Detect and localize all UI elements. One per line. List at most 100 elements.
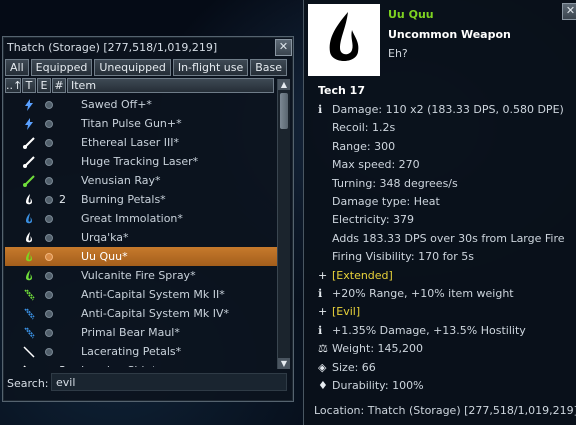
missile-icon [23,326,35,339]
flame-icon [23,269,35,281]
status-dot [45,101,53,109]
item-row[interactable]: Vulcanite Fire Spray* [5,266,277,285]
stat-line: Weight: 145,200 [332,342,424,355]
inventory-filter-tabs: All Equipped Unequipped In-flight use Ba… [5,59,288,76]
weapon-rarity: Uncommon Weapon [388,28,511,41]
flame-icon [23,250,35,262]
status-dot [45,253,53,261]
scroll-down-arrow[interactable]: ▼ [278,358,290,369]
info-icon: ℹ [318,287,323,300]
stat-line: Damage type: Heat [332,195,440,208]
laser-icon [23,174,35,187]
weapon-flame-icon [308,4,380,76]
item-list-scrollbar[interactable]: ▲ ▼ [277,79,290,369]
stat-line: Turning: 348 degrees/s [332,177,458,190]
item-row[interactable]: Anti-Capital System Mk II* [5,285,277,304]
scroll-thumb[interactable] [280,93,288,129]
inventory-title: Thatch (Storage) [277,518/1,019,219] [7,41,218,54]
search-label: Search: [7,377,49,390]
flame-icon [23,212,35,224]
item-name: Anti-Capital System Mk II* [81,288,225,301]
item-row[interactable]: Huge Tracking Laser* [5,152,277,171]
status-dot [45,139,53,147]
column-sort[interactable]: ..↑ [5,78,22,93]
flame-icon [23,231,35,243]
info-icon: ℹ [318,324,323,337]
stat-line: +20% Range, +10% item weight [332,287,514,300]
inventory-close-button[interactable]: ✕ [275,39,292,56]
durability-icon: ♦ [318,379,328,392]
item-name: Ethereal Laser III* [81,136,179,149]
info-icon: ℹ [318,103,323,116]
tech-level: Tech 17 [318,84,365,97]
item-name: Urqa'ka* [81,231,129,244]
tab-all[interactable]: All [5,59,29,76]
blade-icon [23,345,35,358]
item-name: Anti-Capital System Mk IV* [81,307,230,320]
tab-equipped[interactable]: Equipped [30,59,93,76]
plus-icon: + [318,305,328,318]
stat-line: Electricity: 379 [332,213,415,226]
column-e[interactable]: E [37,78,51,93]
flame-icon [23,193,35,205]
item-name: Sawed Off+* [81,98,152,111]
item-row[interactable]: Great Immolation* [5,209,277,228]
plus-icon: + [318,269,328,282]
laser-icon [23,136,35,149]
item-name: Primal Bear Maul* [81,326,180,339]
item-row[interactable]: Ethereal Laser III* [5,133,277,152]
laser-icon [23,155,35,168]
stat-line: Adds 183.33 DPS over 30s from Large Fire [332,232,565,245]
column-item[interactable]: Item [67,78,274,93]
item-row[interactable]: 2 Burning Petals* [5,190,277,209]
item-row[interactable]: Uu Quu* [5,247,277,266]
item-list: Sawed Off+* Titan Pulse Gun+* Ethereal Las… [5,95,277,367]
item-row[interactable]: 3 Lancing Shiv* [5,361,277,367]
cube-icon: ◈ [318,361,327,374]
stat-line: [Extended] [332,269,393,282]
detail-close-button[interactable]: ✕ [562,3,576,20]
status-dot [45,177,53,185]
stat-line: Durability: 100% [332,379,424,392]
lightning-icon [23,98,35,111]
item-row[interactable]: Sawed Off+* [5,95,277,114]
item-row[interactable]: Anti-Capital System Mk IV* [5,304,277,323]
item-name: Huge Tracking Laser* [81,155,199,168]
missile-icon [23,288,35,301]
status-dot [45,196,53,204]
status-dot [45,120,53,128]
tab-base[interactable]: Base [250,59,288,76]
item-name: Great Immolation* [81,212,183,225]
stat-line: Firing Visibility: 170 for 5s [332,250,474,263]
column-header: ..↑ T E # Item [5,78,274,93]
item-name: Venusian Ray* [81,174,161,187]
close-icon: ✕ [565,4,576,17]
status-dot [45,329,53,337]
item-quantity: 2 [59,193,66,206]
column-t[interactable]: T [22,78,36,93]
item-row[interactable]: Lacerating Petals* [5,342,277,361]
item-detail-panel: ✕ Uu Quu Uncommon Weapon Eh? Tech 17 ℹ Da… [303,0,576,425]
item-row[interactable]: Primal Bear Maul* [5,323,277,342]
status-dot [45,291,53,299]
item-name: Titan Pulse Gun+* [81,117,182,130]
item-row[interactable]: Titan Pulse Gun+* [5,114,277,133]
tab-in-flight-use[interactable]: In-flight use [172,59,249,76]
search-input[interactable] [51,373,287,391]
item-name: Vulcanite Fire Spray* [81,269,196,282]
item-row[interactable]: Venusian Ray* [5,171,277,190]
item-row[interactable]: Urqa'ka* [5,228,277,247]
status-dot [45,234,53,242]
item-name: Uu Quu* [81,250,128,263]
inventory-window: Thatch (Storage) [277,518/1,019,219] ✕ A… [2,36,294,402]
item-quantity: 3 [59,361,66,367]
stat-line: Range: 300 [332,140,396,153]
status-dot [45,310,53,318]
stat-line: Max speed: 270 [332,158,420,171]
item-name: Lacerating Petals* [81,345,182,358]
status-dot [45,215,53,223]
tab-unequipped[interactable]: Unequipped [94,59,171,76]
scroll-up-arrow[interactable]: ▲ [278,79,290,90]
column-count[interactable]: # [52,78,66,93]
weight-icon: ⚖ [318,342,328,355]
